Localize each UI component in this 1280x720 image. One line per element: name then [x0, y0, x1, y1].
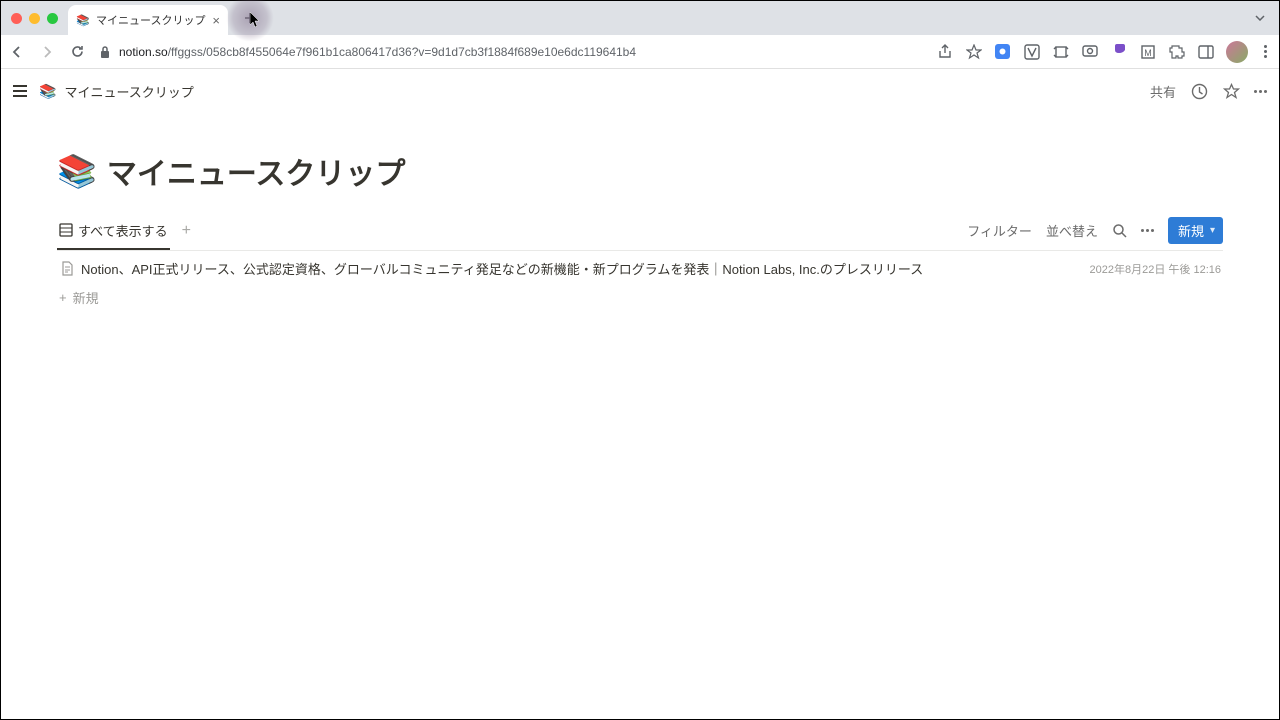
filter-button[interactable]: フィルター — [967, 221, 1032, 240]
chevron-down-icon: ▾ — [1210, 225, 1215, 236]
window-minimize-button[interactable] — [29, 13, 40, 24]
share-icon[interactable] — [936, 43, 953, 60]
svg-text:M: M — [1144, 48, 1152, 58]
extension-icon-2[interactable] — [1023, 43, 1040, 60]
page-content: 📚 マイニュースクリップ すべて表示する + フィルター 並べ替え 新規 ▾ N… — [1, 149, 1279, 311]
back-button[interactable] — [9, 44, 25, 60]
sidebar-toggle-button[interactable] — [13, 85, 27, 97]
forward-button[interactable] — [39, 44, 55, 60]
extension-icon-3[interactable] — [1052, 43, 1069, 60]
reload-button[interactable] — [69, 44, 85, 60]
add-row-button[interactable]: + 新規 — [57, 284, 1223, 311]
updates-button[interactable] — [1190, 82, 1208, 100]
topbar-actions: 共有 — [1150, 82, 1267, 101]
browser-chrome: 📚 マイニュースクリップ × notion.so/ffggss/058cb8f4… — [1, 1, 1279, 69]
page-icon — [59, 261, 75, 277]
sidepanel-icon[interactable] — [1197, 43, 1214, 60]
tabs-dropdown-button[interactable] — [1247, 11, 1273, 25]
search-button[interactable] — [1112, 223, 1127, 238]
new-item-button[interactable]: 新規 ▾ — [1168, 217, 1223, 244]
search-icon — [1112, 223, 1127, 238]
new-tab-button[interactable] — [236, 4, 264, 32]
nav-buttons — [9, 44, 85, 60]
plus-icon: + — [59, 290, 67, 305]
database-view-bar: すべて表示する + フィルター 並べ替え 新規 ▾ — [57, 211, 1223, 251]
extension-icon-5[interactable] — [1110, 43, 1127, 60]
sort-button[interactable]: 並べ替え — [1046, 221, 1098, 240]
address-bar: notion.so/ffggss/058cb8f455064e7f961b1ca… — [1, 35, 1279, 69]
new-button-label: 新規 — [1178, 221, 1204, 240]
add-row-label: 新規 — [73, 288, 99, 307]
url-text: notion.so/ffggss/058cb8f455064e7f961b1ca… — [119, 45, 636, 59]
extension-icon-1[interactable] — [994, 43, 1011, 60]
tab-favicon-icon: 📚 — [76, 13, 90, 27]
window-maximize-button[interactable] — [47, 13, 58, 24]
notion-topbar: 📚 マイニュースクリップ 共有 — [1, 69, 1279, 113]
extension-icon-4[interactable] — [1081, 43, 1098, 60]
breadcrumb-icon: 📚 — [39, 83, 56, 100]
database-row[interactable]: Notion、API正式リリース、公式認定資格、グローバルコミュニティ発足などの… — [57, 253, 1223, 284]
page-more-button[interactable] — [1254, 90, 1267, 93]
tab-bar: 📚 マイニュースクリップ × — [1, 1, 1279, 35]
window-close-button[interactable] — [11, 13, 22, 24]
add-view-button[interactable]: + — [182, 222, 191, 240]
share-button[interactable]: 共有 — [1150, 82, 1176, 101]
toolbar-icons: M — [936, 41, 1271, 63]
chevron-down-icon — [1255, 15, 1265, 21]
extensions-button[interactable] — [1168, 43, 1185, 60]
favorite-button[interactable] — [1222, 82, 1240, 100]
page-emoji-icon[interactable]: 📚 — [57, 152, 97, 190]
lock-icon — [99, 45, 111, 59]
url-field[interactable]: notion.so/ffggss/058cb8f455064e7f961b1ca… — [95, 45, 926, 59]
list-view-icon — [59, 223, 73, 237]
profile-avatar[interactable] — [1226, 41, 1248, 63]
row-title: Notion、API正式リリース、公式認定資格、グローバルコミュニティ発足などの… — [81, 259, 1074, 278]
tab-title: マイニュースクリップ — [96, 12, 206, 28]
view-tab-label: すべて表示する — [78, 221, 168, 240]
view-controls: フィルター 並べ替え 新規 ▾ — [967, 217, 1223, 244]
cursor-icon — [250, 12, 262, 28]
bookmark-star-icon[interactable] — [965, 43, 982, 60]
page-header: 📚 マイニュースクリップ — [57, 149, 1223, 193]
page-title[interactable]: マイニュースクリップ — [107, 149, 406, 193]
browser-menu-button[interactable] — [1260, 45, 1271, 58]
view-tab-all[interactable]: すべて表示する — [57, 213, 170, 250]
window-controls — [7, 13, 58, 24]
view-more-button[interactable] — [1141, 229, 1154, 232]
browser-tab[interactable]: 📚 マイニュースクリップ × — [68, 5, 228, 35]
breadcrumb[interactable]: マイニュースクリップ — [64, 82, 193, 101]
extension-icon-6[interactable]: M — [1139, 43, 1156, 60]
tab-close-button[interactable]: × — [212, 13, 220, 28]
row-date: 2022年8月22日 午後 12:16 — [1090, 261, 1221, 277]
